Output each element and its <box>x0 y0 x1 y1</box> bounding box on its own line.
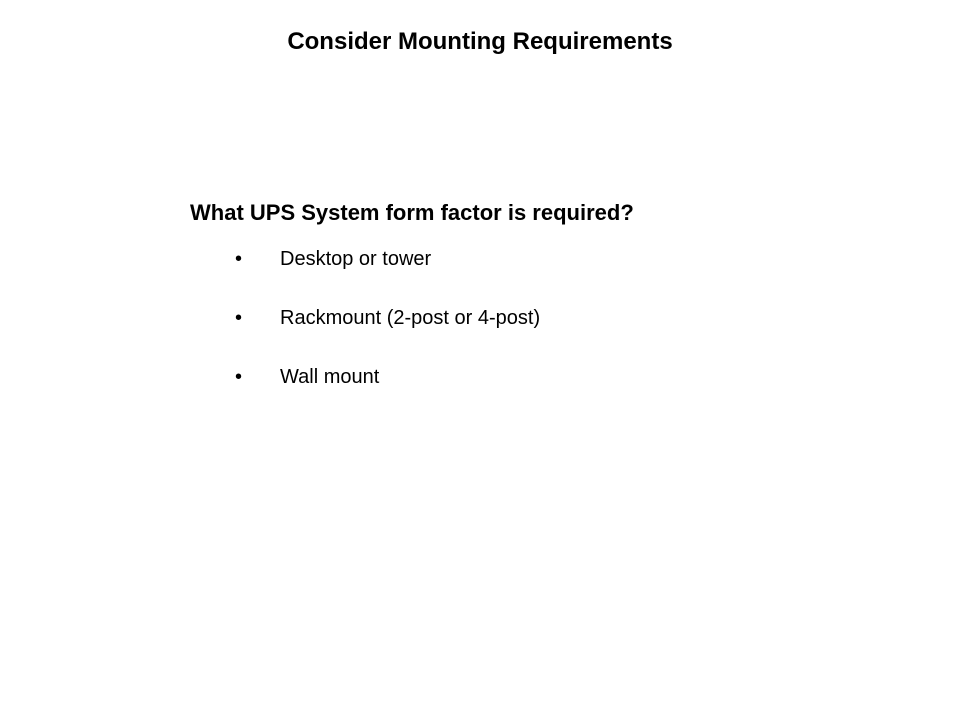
list-item-text: Desktop or tower <box>280 248 431 271</box>
bullet-icon: • <box>230 307 280 330</box>
slide-subtitle: What UPS System form factor is required? <box>190 200 634 226</box>
slide-title: Consider Mounting Requirements <box>0 28 960 56</box>
list-item: • Wall mount <box>230 366 540 389</box>
bullet-list: • Desktop or tower • Rackmount (2-post o… <box>230 248 540 425</box>
bullet-icon: • <box>230 248 280 271</box>
bullet-icon: • <box>230 366 280 389</box>
list-item-text: Rackmount (2-post or 4-post) <box>280 307 540 330</box>
list-item-text: Wall mount <box>280 366 379 389</box>
list-item: • Desktop or tower <box>230 248 540 271</box>
list-item: • Rackmount (2-post or 4-post) <box>230 307 540 330</box>
